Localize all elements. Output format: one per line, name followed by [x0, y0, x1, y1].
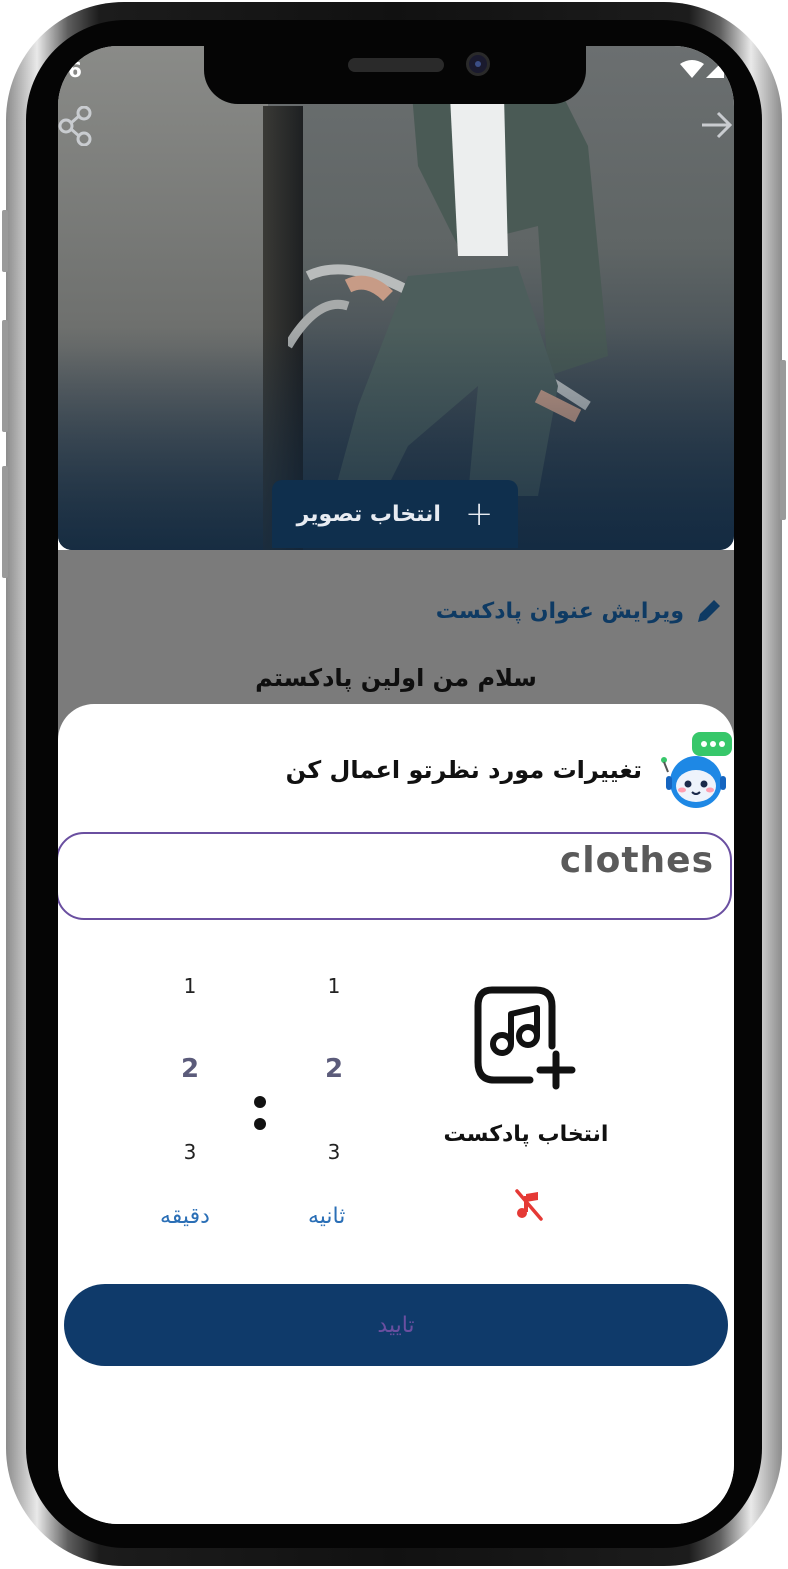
seconds-option[interactable]: 3: [304, 1140, 364, 1164]
confirm-button-label: تایید: [377, 1312, 415, 1338]
time-separator: [254, 1096, 266, 1140]
minutes-unit-label: دقیقه: [160, 1204, 210, 1229]
pencil-icon: [698, 600, 720, 622]
music-add-icon[interactable]: [470, 982, 582, 1094]
share-icon[interactable]: [58, 105, 94, 150]
seconds-option-selected[interactable]: 2: [304, 1054, 364, 1084]
edit-bottom-sheet: تغییرات مورد نظرتو اعمال کن clothes 1 2 …: [58, 704, 734, 1524]
minutes-option[interactable]: 3: [160, 1140, 220, 1164]
phone-speaker: [348, 58, 444, 72]
podcast-text-input[interactable]: clothes: [58, 832, 732, 920]
status-icons: [678, 58, 726, 84]
minutes-option-selected[interactable]: 2: [160, 1054, 220, 1084]
mute-switch: [2, 210, 8, 272]
seconds-unit-label: ثانیه: [308, 1204, 346, 1229]
minutes-option[interactable]: 1: [160, 974, 220, 998]
phone-camera: [466, 52, 490, 76]
pick-image-button[interactable]: انتخاب تصویر +: [272, 480, 518, 548]
wifi-icon: [680, 60, 704, 78]
app-screen: انتخاب تصویر + 6 ویرایش عنوان پادکست سلا…: [58, 46, 734, 1524]
sheet-title: تغییرات مورد نظرتو اعمال کن: [285, 756, 642, 784]
volume-up-button: [2, 320, 8, 432]
pick-image-label: انتخاب تصویر: [296, 501, 441, 527]
power-button: [780, 360, 786, 520]
volume-down-button: [2, 466, 8, 578]
plus-icon: +: [464, 494, 494, 534]
status-time: 6: [68, 58, 82, 82]
music-off-icon[interactable]: [514, 1188, 544, 1226]
robot-chat-icon: [658, 732, 734, 808]
podcast-text-value: clothes: [559, 840, 714, 881]
edit-podcast-title-button[interactable]: ویرایش عنوان پادکست: [436, 596, 724, 626]
podcast-title: سلام من اولین پادکستم: [255, 664, 537, 692]
pick-podcast-label[interactable]: انتخاب پادکست: [438, 1122, 614, 1147]
seconds-option[interactable]: 1: [304, 974, 364, 998]
signal-icon: [706, 60, 724, 78]
phone-notch: [204, 46, 586, 104]
edit-podcast-title-label: ویرایش عنوان پادکست: [435, 598, 684, 624]
sheet-header: تغییرات مورد نظرتو اعمال کن: [286, 732, 734, 808]
arrow-forward-icon[interactable]: [700, 110, 734, 144]
confirm-button[interactable]: تایید: [64, 1284, 728, 1366]
cover-image: انتخاب تصویر +: [58, 46, 734, 550]
